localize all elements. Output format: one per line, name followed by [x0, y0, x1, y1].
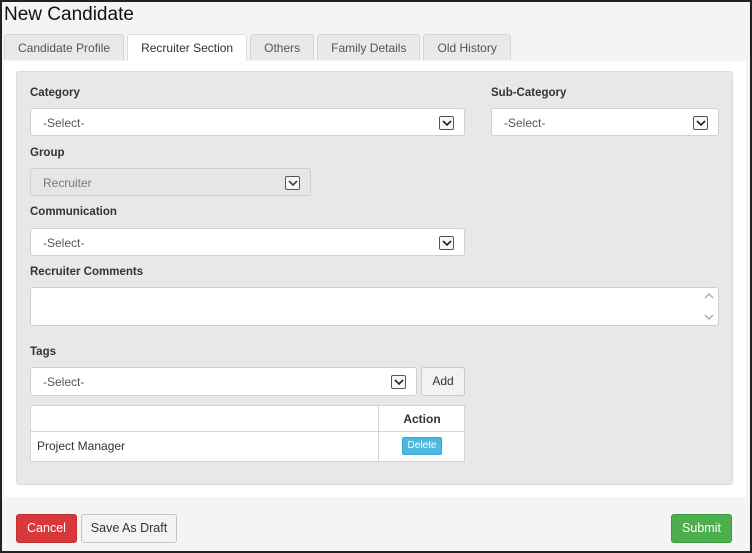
category-label: Category [30, 87, 80, 99]
tags-select[interactable]: -Select- [30, 367, 417, 396]
chevron-down-icon [439, 116, 454, 130]
tab-others[interactable]: Others [250, 34, 315, 60]
tab-candidate-profile[interactable]: Candidate Profile [4, 34, 125, 60]
action-column-header: Action [403, 412, 441, 426]
scroll-up-icon[interactable] [704, 292, 714, 300]
sub-category-select[interactable]: -Select- [491, 108, 719, 136]
communication-label: Communication [30, 206, 117, 218]
category-select[interactable]: -Select- [30, 108, 465, 136]
recruiter-comments-textarea[interactable] [30, 287, 719, 326]
group-select-value: Recruiter [43, 176, 92, 190]
tab-bar: Candidate Profile Recruiter Section Othe… [4, 34, 514, 62]
chevron-down-icon [439, 236, 454, 250]
submit-button[interactable]: Submit [671, 514, 732, 543]
group-label: Group [30, 147, 65, 159]
communication-select[interactable]: -Select- [30, 228, 465, 256]
cancel-button[interactable]: Cancel [16, 514, 77, 543]
add-tag-button[interactable]: Add [421, 367, 465, 396]
chevron-down-icon [391, 375, 406, 389]
tags-select-value: -Select- [43, 375, 85, 389]
tags-table: Action Project Manager Delete [30, 405, 465, 462]
page-title: New Candidate [4, 4, 134, 25]
sub-category-select-value: -Select- [504, 116, 546, 130]
tag-name-cell: Project Manager [37, 439, 126, 453]
scroll-down-icon[interactable] [704, 313, 714, 321]
sub-category-label: Sub-Category [491, 87, 567, 99]
tab-recruiter-section[interactable]: Recruiter Section [127, 34, 248, 62]
tags-label: Tags [30, 346, 56, 358]
delete-tag-button[interactable]: Delete [402, 437, 442, 455]
group-select: Recruiter [30, 168, 311, 196]
category-select-value: -Select- [43, 116, 85, 130]
chevron-down-icon [693, 116, 708, 130]
tab-old-history[interactable]: Old History [423, 34, 511, 60]
recruiter-comments-label: Recruiter Comments [30, 266, 144, 278]
chevron-down-icon [285, 176, 300, 190]
communication-select-value: -Select- [43, 236, 85, 250]
save-as-draft-button[interactable]: Save As Draft [81, 514, 177, 543]
tab-family-details[interactable]: Family Details [317, 34, 421, 60]
